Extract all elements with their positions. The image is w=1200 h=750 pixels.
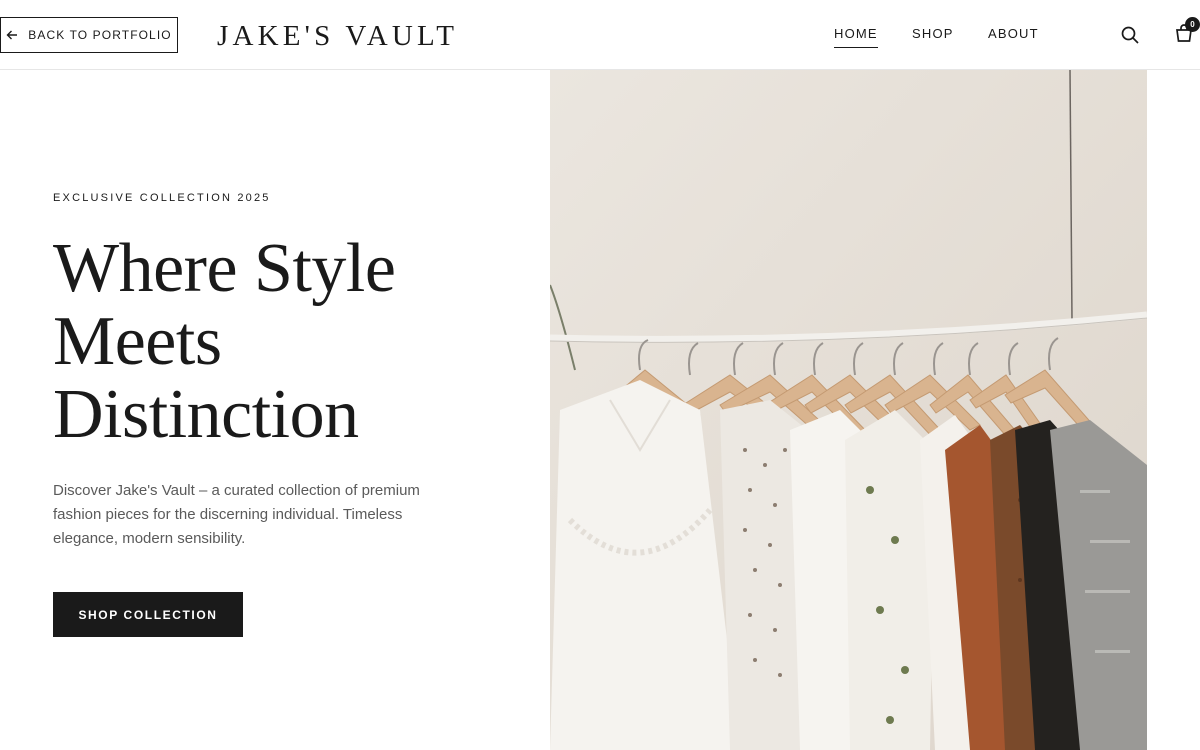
shop-collection-button[interactable]: SHOP COLLECTION xyxy=(53,592,243,637)
hero-image xyxy=(550,70,1147,750)
search-button[interactable] xyxy=(1120,25,1140,45)
nav-shop[interactable]: SHOP xyxy=(912,26,954,42)
back-to-portfolio-label: BACK TO PORTFOLIO xyxy=(28,28,172,42)
headline-line-2: Meets xyxy=(53,303,222,380)
site-header: BACK TO PORTFOLIO JAKE'S VAULT HOME SHOP… xyxy=(0,0,1200,70)
back-to-portfolio-button[interactable]: BACK TO PORTFOLIO xyxy=(0,17,178,53)
hero-headline: Where Style Meets Distinction xyxy=(53,232,523,451)
headline-line-1: Where Style xyxy=(53,230,396,307)
nav-home[interactable]: HOME xyxy=(834,26,878,48)
hero-eyebrow: EXCLUSIVE COLLECTION 2025 xyxy=(53,192,271,204)
site-logo[interactable]: JAKE'S VAULT xyxy=(217,19,458,53)
cart-count-badge: 0 xyxy=(1185,17,1200,32)
hero-description: Discover Jake's Vault – a curated collec… xyxy=(53,482,420,547)
search-icon xyxy=(1121,26,1139,44)
nav-about[interactable]: ABOUT xyxy=(988,26,1039,42)
clothes-rack-illustration xyxy=(550,70,1147,750)
headline-line-3: Distinction xyxy=(53,376,359,453)
arrow-left-icon xyxy=(6,30,18,40)
